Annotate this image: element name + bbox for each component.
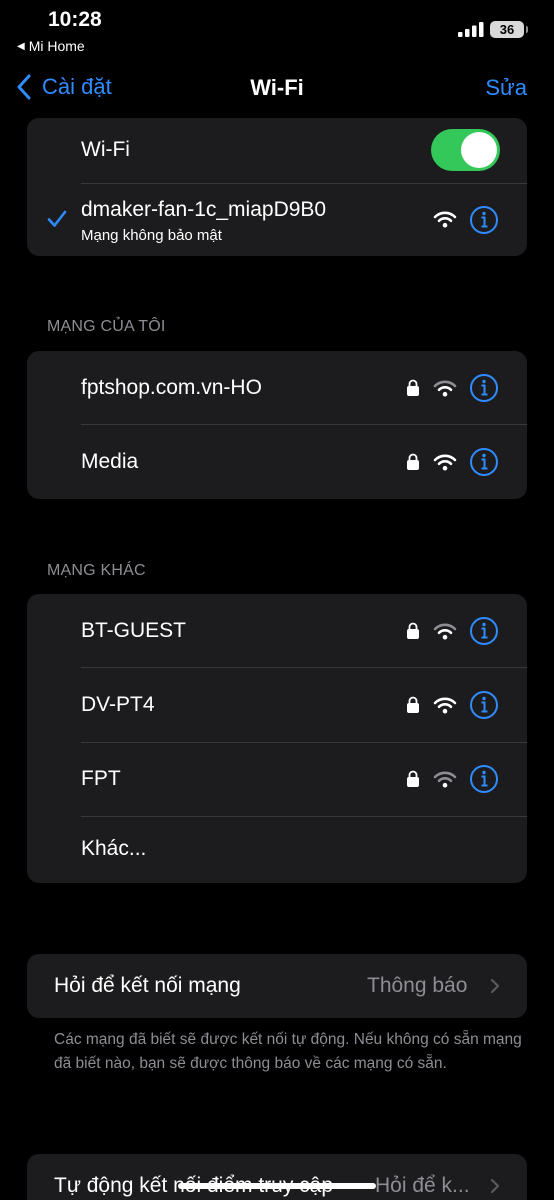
lock-icon (407, 453, 419, 470)
other-network-label: Khác... (81, 837, 147, 860)
other-networks-group: BT-GUEST DV-PT4 FPT Khác... (27, 594, 527, 883)
connected-network-row[interactable]: dmaker-fan-1c_miapD9B0 Mạng không bảo mậ… (27, 184, 527, 256)
network-row[interactable]: fptshop.com.vn-HO (27, 351, 527, 424)
status-bar: 10:28 ◀ Mi Home 36 (0, 0, 554, 60)
network-row[interactable]: FPT (27, 743, 527, 816)
ask-join-value: Thông báo (367, 974, 468, 997)
navigation-bar: Cài đặt Wi-Fi Sửa (0, 62, 554, 118)
chevron-right-icon (490, 978, 500, 994)
chevron-right-icon (490, 1178, 500, 1194)
lock-icon (407, 696, 419, 713)
network-row[interactable]: Media (27, 425, 527, 499)
lock-icon (407, 622, 419, 639)
info-icon[interactable] (469, 764, 499, 794)
network-row[interactable]: BT-GUEST (27, 594, 527, 667)
checkmark-icon (47, 210, 67, 227)
back-triangle-icon: ◀ (17, 40, 25, 52)
wifi-toggle-switch[interactable] (431, 129, 500, 171)
status-time: 10:28 (48, 8, 102, 31)
lock-icon (407, 379, 419, 396)
network-name: Media (81, 450, 139, 473)
info-icon[interactable] (469, 373, 499, 403)
info-icon[interactable] (469, 447, 499, 477)
back-to-app-link[interactable]: ◀ Mi Home (17, 38, 85, 54)
wifi-signal-icon (433, 211, 457, 228)
network-name: FPT (81, 767, 121, 790)
home-indicator[interactable] (178, 1183, 376, 1189)
wifi-signal-weak-icon (433, 623, 457, 640)
wifi-signal-weak-icon (433, 380, 457, 397)
ask-join-row[interactable]: Hỏi để kết nối mạng Thông báo (27, 954, 527, 1018)
back-app-label: Mi Home (28, 38, 85, 54)
auto-join-hotspot-group: Tự động kết nối điểm truy cập Hỏi để k..… (27, 1154, 527, 1200)
section-header-my-networks: MẠNG CỦA TÔI (47, 318, 166, 335)
info-icon[interactable] (469, 616, 499, 646)
other-network-row[interactable]: Khác... (27, 817, 527, 883)
ask-join-label: Hỏi để kết nối mạng (54, 974, 241, 997)
wifi-signal-icon (433, 454, 457, 471)
edit-button[interactable]: Sửa (485, 75, 527, 101)
connected-network-name: dmaker-fan-1c_miapD9B0 (81, 198, 327, 221)
toggle-knob (461, 132, 497, 168)
auto-join-hotspot-value: Hỏi để k... (375, 1174, 470, 1197)
page-title: Wi-Fi (250, 75, 304, 100)
info-icon[interactable] (469, 205, 499, 235)
wifi-signal-weak-icon (433, 771, 457, 788)
wifi-main-group: Wi-Fi dmaker-fan-1c_miapD9B0 Mạng không … (27, 118, 527, 256)
network-name: fptshop.com.vn-HO (81, 376, 262, 399)
section-header-other-networks: MẠNG KHÁC (47, 562, 146, 579)
wifi-signal-icon (433, 697, 457, 714)
ask-join-group: Hỏi để kết nối mạng Thông báo (27, 954, 527, 1018)
auto-join-hotspot-row[interactable]: Tự động kết nối điểm truy cập Hỏi để k..… (27, 1154, 527, 1200)
wifi-toggle-label: Wi-Fi (81, 138, 130, 161)
network-name: BT-GUEST (81, 619, 187, 642)
lock-icon (407, 770, 419, 787)
network-row[interactable]: DV-PT4 (27, 668, 527, 742)
info-icon[interactable] (469, 690, 499, 720)
my-networks-group: fptshop.com.vn-HO Media (27, 351, 527, 499)
network-name: DV-PT4 (81, 693, 155, 716)
battery-icon: 36 (490, 21, 528, 38)
wifi-toggle-row: Wi-Fi (27, 118, 527, 183)
connected-network-status: Mạng không bảo mật (81, 227, 222, 244)
ask-join-footer: Các mạng đã biết sẽ được kết nối tự động… (54, 1031, 522, 1072)
cellular-signal-icon (458, 22, 484, 37)
